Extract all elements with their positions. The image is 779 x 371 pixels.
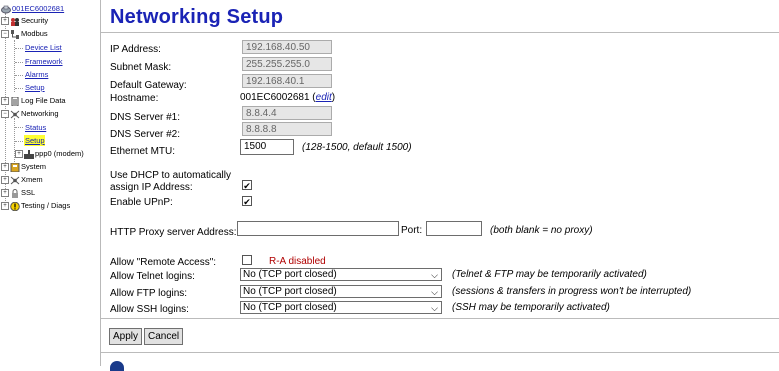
remote-access-label: Allow "Remote Access":	[110, 257, 217, 268]
mtu-hint: (128-1500, default 1500)	[302, 142, 412, 153]
cancel-button[interactable]: Cancel	[144, 328, 184, 345]
ftp-select[interactable]: No (TCP port closed) ⌵	[240, 285, 442, 298]
warning-icon	[10, 201, 20, 211]
collapse-icon[interactable]: −	[1, 30, 9, 39]
dns2-label: DNS Server #2:	[110, 129, 181, 140]
network-node-icon	[11, 29, 19, 39]
network-icon	[10, 110, 20, 118]
upnp-checkbox[interactable]: ✔	[242, 196, 252, 207]
telnet-select[interactable]: No (TCP port closed) ⌵	[240, 268, 442, 281]
networking-setup-panel: Networking Setup IP Address: 192.168.40.…	[101, 0, 779, 371]
telnet-hint: (Telnet & FTP may be temporarily activat…	[452, 269, 647, 280]
divider	[101, 318, 779, 319]
tree-connector	[15, 75, 23, 76]
proxy-label: HTTP Proxy server Address:	[110, 227, 237, 238]
dns2-field: 8.8.8.8	[242, 122, 332, 136]
log-file-icon	[11, 96, 19, 106]
tree-root[interactable]: 001EC6002681	[1, 3, 64, 14]
expand-icon[interactable]: +	[1, 163, 9, 172]
chevron-down-icon: ⌵	[431, 270, 438, 280]
dns1-field: 8.8.4.4	[242, 106, 332, 120]
hostname-close-paren: )	[331, 92, 336, 103]
sidebar-item-system[interactable]: + System	[1, 161, 46, 172]
dhcp-checkbox[interactable]: ✔	[242, 180, 252, 191]
chevron-down-icon: ⌵	[431, 303, 438, 313]
default-gateway-field: 192.168.40.1	[242, 74, 332, 88]
remote-access-checkbox[interactable]	[242, 255, 252, 265]
expand-icon[interactable]: +	[15, 150, 23, 159]
tree-connector	[15, 62, 23, 63]
hostname-value: 001EC6002681 (edit)	[240, 92, 335, 103]
xmem-icon	[10, 176, 20, 184]
sidebar-item-networking-setup[interactable]: Setup	[24, 135, 45, 146]
sidebar-item-ppp0[interactable]: + ppp0 (modem)	[15, 148, 84, 159]
ftp-label: Allow FTP logins:	[110, 288, 188, 299]
ssh-label: Allow SSH logins:	[110, 304, 189, 315]
sidebar-item-xmem[interactable]: + Xmem	[1, 174, 43, 185]
tree-root-label[interactable]: 001EC6002681	[12, 4, 64, 13]
tree-connector	[15, 48, 23, 49]
hostname-text: 001EC6002681	[240, 92, 310, 103]
page-title: Networking Setup	[110, 6, 284, 28]
lock-icon	[12, 188, 18, 198]
ftp-select-value: No (TCP port closed)	[243, 286, 337, 297]
users-icon	[11, 17, 19, 26]
divider	[101, 352, 779, 353]
navigation-tree: 001EC6002681 + Security − Modbus Device Li…	[0, 0, 101, 366]
sidebar-item-modbus-setup[interactable]: Setup	[25, 82, 45, 93]
proxy-port-input[interactable]	[426, 221, 482, 236]
tree-connector	[15, 141, 23, 142]
sidebar-item-device-list[interactable]: Device List	[25, 42, 62, 53]
sidebar-item-modbus[interactable]: − Modbus	[1, 28, 48, 39]
sidebar-item-networking[interactable]: − Networking	[1, 108, 59, 119]
expand-icon[interactable]: +	[1, 17, 9, 26]
dhcp-label-line2: assign IP Address:	[110, 182, 193, 193]
hostname-label: Hostname:	[110, 93, 159, 104]
mtu-input[interactable]: 1500	[240, 139, 294, 155]
remote-access-status: R-A disabled	[269, 256, 326, 267]
expand-icon[interactable]: +	[1, 189, 9, 198]
expand-icon[interactable]: +	[1, 202, 9, 211]
sidebar-item-framework[interactable]: Framework	[25, 56, 63, 67]
subnet-mask-field: 255.255.255.0	[242, 57, 332, 71]
device-icon	[1, 5, 11, 14]
system-icon	[10, 162, 20, 172]
ip-address-label: IP Address:	[110, 44, 161, 55]
telnet-label: Allow Telnet logins:	[110, 271, 195, 282]
proxy-port-label: Port:	[401, 225, 423, 236]
subnet-mask-label: Subnet Mask:	[110, 62, 172, 73]
proxy-address-input[interactable]	[237, 221, 399, 236]
sidebar-item-testing-diags[interactable]: + Testing / Diags	[1, 200, 70, 211]
default-gateway-label: Default Gateway:	[110, 80, 187, 91]
ssh-select[interactable]: No (TCP port closed) ⌵	[240, 301, 442, 314]
divider	[101, 32, 779, 33]
sidebar-item-ssl[interactable]: + SSL	[1, 187, 35, 198]
dhcp-label-line1: Use DHCP to automatically	[110, 170, 231, 181]
ssh-hint: (SSH may be temporarily activated)	[452, 302, 610, 313]
proxy-hint: (both blank = no proxy)	[490, 225, 593, 236]
expand-icon[interactable]: +	[1, 97, 9, 106]
expand-icon[interactable]: +	[1, 176, 9, 185]
sidebar-item-security[interactable]: + Security	[1, 15, 48, 26]
sidebar-item-status[interactable]: Status	[25, 122, 46, 133]
tree-connector	[15, 88, 23, 89]
modem-icon	[24, 149, 34, 159]
mtu-label: Ethernet MTU:	[110, 146, 176, 157]
dns1-label: DNS Server #1:	[110, 112, 181, 123]
ssh-select-value: No (TCP port closed)	[243, 302, 337, 313]
ip-address-field: 192.168.40.50	[242, 40, 332, 54]
chevron-down-icon: ⌵	[431, 287, 438, 297]
section-icon	[110, 361, 124, 371]
upnp-label: Enable UPnP:	[110, 197, 173, 208]
telnet-select-value: No (TCP port closed)	[243, 269, 337, 280]
sidebar-item-log-file-data[interactable]: + Log File Data	[1, 95, 66, 106]
tree-connector	[15, 127, 23, 128]
collapse-icon[interactable]: −	[1, 110, 9, 119]
sidebar-item-alarms[interactable]: Alarms	[25, 69, 48, 80]
ftp-hint: (sessions & transfers in progress won't …	[452, 286, 692, 297]
edit-hostname-link[interactable]: edit	[316, 92, 332, 103]
apply-button[interactable]: Apply	[109, 328, 143, 345]
